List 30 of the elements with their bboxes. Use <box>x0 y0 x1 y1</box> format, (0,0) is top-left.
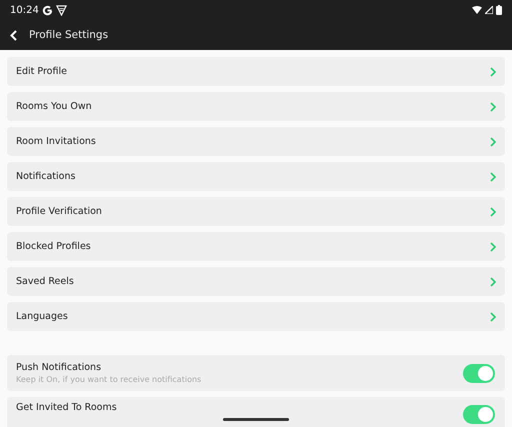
chevron-icon <box>490 276 496 286</box>
settings-item[interactable]: Rooms You Own <box>7 92 505 121</box>
battery-icon <box>496 5 502 15</box>
settings-item[interactable]: Notifications <box>7 162 505 191</box>
chevron-icon <box>490 242 496 252</box>
toggle-switch[interactable] <box>463 405 495 424</box>
clock: 10:24 <box>10 4 39 16</box>
settings-item[interactable]: Profile Verification <box>7 197 505 226</box>
google-icon <box>42 4 53 16</box>
settings-item[interactable]: Languages <box>7 302 505 331</box>
back-icon[interactable] <box>10 30 17 40</box>
chevron-icon <box>490 102 496 112</box>
settings-item[interactable]: Blocked Profiles <box>7 232 505 261</box>
signal-icon <box>485 6 493 14</box>
settings-item[interactable]: Room Invitations <box>7 127 505 156</box>
chevron-icon <box>490 206 496 216</box>
toggle-label: Get Invited To Rooms <box>16 402 117 413</box>
chevron-icon <box>490 312 496 322</box>
wifi-icon <box>472 6 482 14</box>
toggle-label: Push Notifications <box>16 362 102 373</box>
screen-title: Profile Settings <box>29 29 108 41</box>
chevron-icon <box>490 172 496 182</box>
gesture-handle[interactable] <box>223 418 289 421</box>
shield-icon <box>56 4 67 16</box>
settings-item[interactable]: Saved Reels <box>7 267 505 296</box>
toggle-description: Keep it On, if you want to receive notifications <box>16 375 202 384</box>
chevron-icon <box>490 66 496 76</box>
toggle-switch[interactable] <box>463 364 495 382</box>
chevron-icon <box>490 136 496 146</box>
settings-item[interactable]: Edit Profile <box>7 57 505 86</box>
